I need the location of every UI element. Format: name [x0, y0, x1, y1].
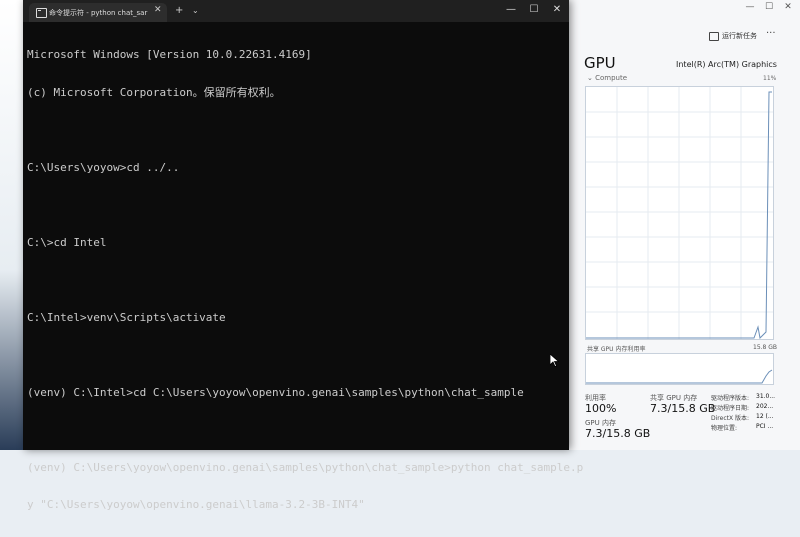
compute-graph-svg: [586, 87, 773, 340]
terminal-icon: [36, 8, 47, 18]
terminal-line: (venv) C:\Intel>cd C:\Users\yoyow\openvi…: [27, 385, 524, 399]
terminal-line: (c) Microsoft Corporation。保留所有权利。: [27, 85, 281, 99]
chevron-down-icon: ⌄: [587, 74, 596, 82]
terminal-line: Microsoft Windows [Version 10.0.22631.41…: [27, 48, 312, 61]
driver-date-key: 驱动程序日期:: [711, 405, 750, 412]
task-manager-titlebar: — ☐ ✕: [561, 0, 800, 18]
terminal-maximize-button[interactable]: ☐: [524, 4, 544, 15]
terminal-close-button[interactable]: ✕: [547, 4, 567, 15]
shared-memory-graph: [585, 353, 774, 385]
terminal-line: C:\Users\yoyow>cd ../..: [27, 160, 180, 174]
terminal-line: C:\Intel>venv\Scripts\activate: [27, 310, 226, 324]
compute-percent: 11%: [763, 75, 777, 82]
directx-version-key: DirectX 版本:: [711, 415, 750, 422]
tab-title: 命令提示符 - python chat_sar: [49, 9, 148, 17]
mouse-cursor-icon: [550, 354, 559, 367]
close-button[interactable]: ✕: [777, 2, 799, 12]
shared-memory-graph-svg: [586, 369, 773, 384]
run-new-task-label: 运行新任务: [722, 32, 757, 40]
driver-version-value: 31.0...: [756, 393, 776, 400]
tab-close-icon[interactable]: ✕: [154, 5, 162, 15]
gpu-memory-value: 7.3/15.8 GB: [585, 427, 651, 440]
compute-label: Compute: [595, 74, 628, 82]
driver-version-key: 驱动程序版本:: [711, 395, 750, 402]
terminal-line: y "C:\Users\yoyow\openvino.genai\llama-3…: [27, 498, 365, 511]
task-manager-window: — ☐ ✕ 运行新任务 ··· GPU Intel(R) Arc(TM) Gra…: [560, 0, 800, 450]
terminal-output[interactable]: Microsoft Windows [Version 10.0.22631.41…: [27, 24, 584, 537]
utilization-value: 100%: [585, 402, 617, 415]
terminal-line: C:\>cd Intel: [27, 235, 107, 249]
more-options-button[interactable]: ···: [766, 28, 776, 39]
directx-version-value: 12 (...: [756, 413, 774, 420]
shared-gpu-memory-value: 7.3/15.8 GB: [650, 402, 716, 415]
run-task-icon: [709, 31, 719, 41]
desktop-edge: [0, 0, 23, 450]
new-tab-button[interactable]: +: [175, 5, 183, 16]
gpu-name: Intel(R) Arc(TM) Graphics: [676, 60, 777, 69]
compute-dropdown[interactable]: ⌄ Compute: [587, 74, 627, 82]
shared-memory-usage-label: 共享 GPU 内存利用率: [587, 346, 646, 353]
gpu-title: GPU: [584, 54, 616, 72]
tab-dropdown-button[interactable]: ⌄: [192, 6, 199, 15]
terminal-window[interactable]: 命令提示符 - python chat_sar ✕ + ⌄ — ☐ ✕ Micr…: [23, 0, 583, 511]
shared-memory-line: [586, 369, 773, 384]
terminal-minimize-button[interactable]: —: [501, 4, 521, 15]
physical-location-key: 物理位置:: [711, 425, 738, 432]
physical-location-value: PCI ...: [756, 423, 774, 430]
run-new-task-button[interactable]: 运行新任务: [709, 31, 757, 41]
compute-graph: [585, 86, 774, 340]
terminal-line: (venv) C:\Users\yoyow\openvino.genai\sam…: [27, 460, 584, 474]
terminal-titlebar: 命令提示符 - python chat_sar ✕ + ⌄ — ☐ ✕: [23, 0, 569, 22]
terminal-tab[interactable]: 命令提示符 - python chat_sar ✕: [29, 3, 167, 22]
driver-date-value: 202...: [756, 403, 774, 410]
shared-memory-max: 15.8 GB: [753, 344, 778, 351]
